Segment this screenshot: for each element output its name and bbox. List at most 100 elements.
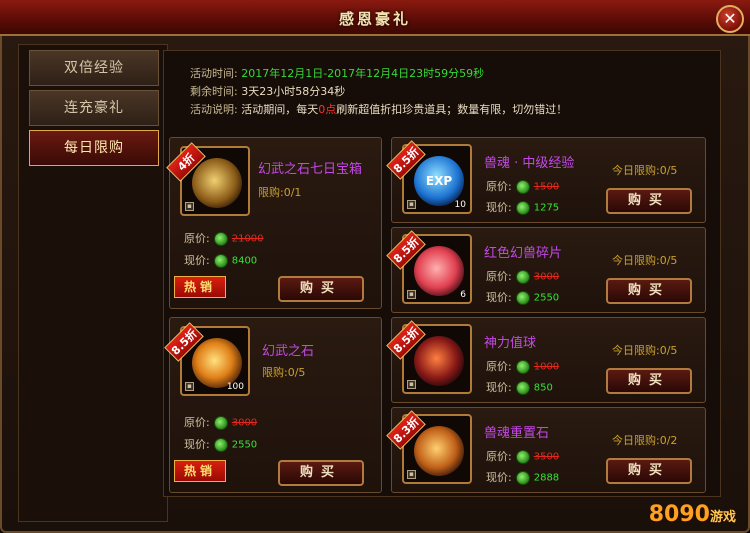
buy-button[interactable]: 购买 [278, 460, 364, 486]
lock-icon: ▪ [407, 200, 416, 209]
daily-limit: 今日限购:0/5 [612, 252, 677, 268]
original-price-row: 原价: 3000 [184, 414, 257, 430]
coin-icon [515, 381, 530, 395]
buy-button[interactable]: 购买 [606, 188, 692, 214]
daily-limit-value: 0/2 [659, 434, 678, 447]
current-price-row: 现价: 2550 [184, 436, 257, 452]
magic-stone-icon [192, 338, 242, 388]
event-time-label: 活动时间: [190, 67, 238, 80]
item-name: 幻武之石七日宝箱 [258, 162, 363, 177]
dialog-title: 感恩豪礼 [338, 10, 411, 28]
current-price-row: 现价: 850 [486, 379, 553, 395]
daily-limit-label: 今日限购: [612, 344, 660, 357]
original-price-value: 3000 [231, 417, 258, 429]
buy-button[interactable]: 购买 [278, 276, 364, 302]
sidebar: 双倍经验 连充豪礼 每日限购 [18, 44, 168, 522]
shop-item-card: ▪ 4折 幻武之石七日宝箱 限购:0/1 原价: 21000 现价: 8400 热销… [166, 137, 382, 309]
content-panel: 活动时间: 2017年12月1日-2017年12月4日23时59分59秒 剩余时… [163, 50, 721, 497]
daily-limit-label: 今日限购: [612, 164, 660, 177]
limit-value: 0/5 [287, 366, 306, 379]
current-price-value: 850 [533, 382, 553, 394]
remaining-time-value: 3天23小时58分34秒 [241, 85, 346, 98]
original-price-label: 原价: [184, 232, 210, 245]
shop-item-card: ▪ 6 8.5折 红色幻兽碎片 原价: 3000 现价: 2550 今日限购:0/5… [386, 227, 706, 313]
current-price-row: 现价: 1275 [486, 199, 559, 215]
item-name: 兽魂重置石 [484, 426, 550, 441]
event-time-value: 2017年12月1日-2017年12月4日23时59分59秒 [241, 67, 485, 80]
limit-value: 0/1 [283, 186, 302, 199]
event-desc-highlight: 0点 [318, 103, 337, 116]
coin-icon [213, 438, 228, 452]
power-orb-icon [414, 336, 464, 386]
site-watermark: 8090游戏 [649, 502, 736, 527]
original-price-value: 21000 [231, 233, 264, 245]
buy-button[interactable]: 购买 [606, 458, 692, 484]
sidebar-item-double-exp[interactable]: 双倍经验 [29, 50, 159, 86]
coin-icon [515, 360, 530, 374]
coin-icon [213, 254, 228, 268]
watermark-brand: 8090 [648, 502, 710, 527]
current-price-label: 现价: [184, 254, 210, 267]
buy-button[interactable]: 购买 [606, 368, 692, 394]
lock-icon: ▪ [407, 290, 416, 299]
coin-icon [515, 270, 530, 284]
item-limit: 限购:0/5 [262, 364, 305, 380]
lock-icon: ▪ [185, 202, 194, 211]
original-price-value: 3500 [533, 451, 560, 463]
current-price-row: 现价: 8400 [184, 252, 257, 268]
lock-icon: ▪ [407, 380, 416, 389]
current-price-row: 现价: 2550 [486, 289, 559, 305]
treasure-chest-icon [192, 158, 242, 208]
shop-item-card: EXP ▪ 10 8.5折 兽魂 · 中级经验 原价: 1500 现价: 1275 … [386, 137, 706, 223]
daily-limit-label: 今日限购: [612, 254, 660, 267]
original-price-label: 原价: [184, 416, 210, 429]
lock-icon: ▪ [407, 470, 416, 479]
original-price-row: 原价: 3500 [486, 448, 559, 464]
sidebar-item-recharge-gift[interactable]: 连充豪礼 [29, 90, 159, 126]
original-price-value: 1000 [533, 361, 560, 373]
current-price-value: 2550 [231, 439, 258, 451]
current-price-label: 现价: [486, 381, 512, 394]
item-count: 6 [460, 290, 466, 300]
item-limit: 限购:0/1 [258, 184, 301, 200]
shop-item-card: ▪ 100 8.5折 幻武之石 限购:0/5 原价: 3000 现价: 2550 热… [164, 317, 382, 493]
item-name: 兽魂 · 中级经验 [484, 156, 575, 171]
current-price-label: 现价: [486, 201, 512, 214]
item-name: 幻武之石 [262, 344, 315, 359]
sidebar-item-daily-limited[interactable]: 每日限购 [29, 130, 159, 166]
close-icon[interactable]: ✕ [716, 5, 744, 33]
event-info: 活动时间: 2017年12月1日-2017年12月4日23时59分59秒 剩余时… [190, 65, 567, 119]
coin-icon [213, 232, 228, 246]
current-price-label: 现价: [486, 471, 512, 484]
daily-limit-value: 0/5 [659, 164, 678, 177]
shop-item-card: ▪ 8.3折 兽魂重置石 原价: 3500 现价: 2888 今日限购:0/2 购买 [386, 407, 706, 493]
event-desc-row: 活动说明: 活动期间，每天0点刷新超值折扣珍贵道具；数量有限，切勿错过！ [190, 101, 567, 119]
daily-limit: 今日限购:0/2 [612, 432, 677, 448]
buy-button[interactable]: 购买 [606, 278, 692, 304]
current-price-label: 现价: [486, 291, 512, 304]
watermark-suffix: 游戏 [709, 510, 736, 525]
original-price-value: 1500 [533, 181, 560, 193]
exp-orb-icon: EXP [414, 156, 464, 206]
coin-icon [515, 450, 530, 464]
remaining-time-row: 剩余时间: 3天23小时58分34秒 [190, 83, 567, 101]
original-price-row: 原价: 1000 [486, 358, 559, 374]
item-name: 红色幻兽碎片 [484, 246, 563, 261]
original-price-value: 3000 [533, 271, 560, 283]
coin-icon [515, 201, 530, 215]
original-price-label: 原价: [486, 270, 512, 283]
daily-limit-value: 0/5 [659, 254, 678, 267]
event-desc-label: 活动说明: [190, 103, 238, 116]
original-price-label: 原价: [486, 360, 512, 373]
current-price-label: 现价: [184, 438, 210, 451]
hot-sale-badge: 热销 [174, 460, 226, 482]
current-price-value: 1275 [533, 202, 560, 214]
coin-icon [515, 180, 530, 194]
current-price-value: 2550 [533, 292, 560, 304]
current-price-row: 现价: 2888 [486, 469, 559, 485]
event-desc-suffix: 刷新超值折扣珍贵道具；数量有限，切勿错过！ [336, 103, 568, 116]
daily-limit: 今日限购:0/5 [612, 342, 677, 358]
original-price-row: 原价: 21000 [184, 230, 264, 246]
coin-icon [515, 471, 530, 485]
current-price-value: 2888 [533, 472, 560, 484]
